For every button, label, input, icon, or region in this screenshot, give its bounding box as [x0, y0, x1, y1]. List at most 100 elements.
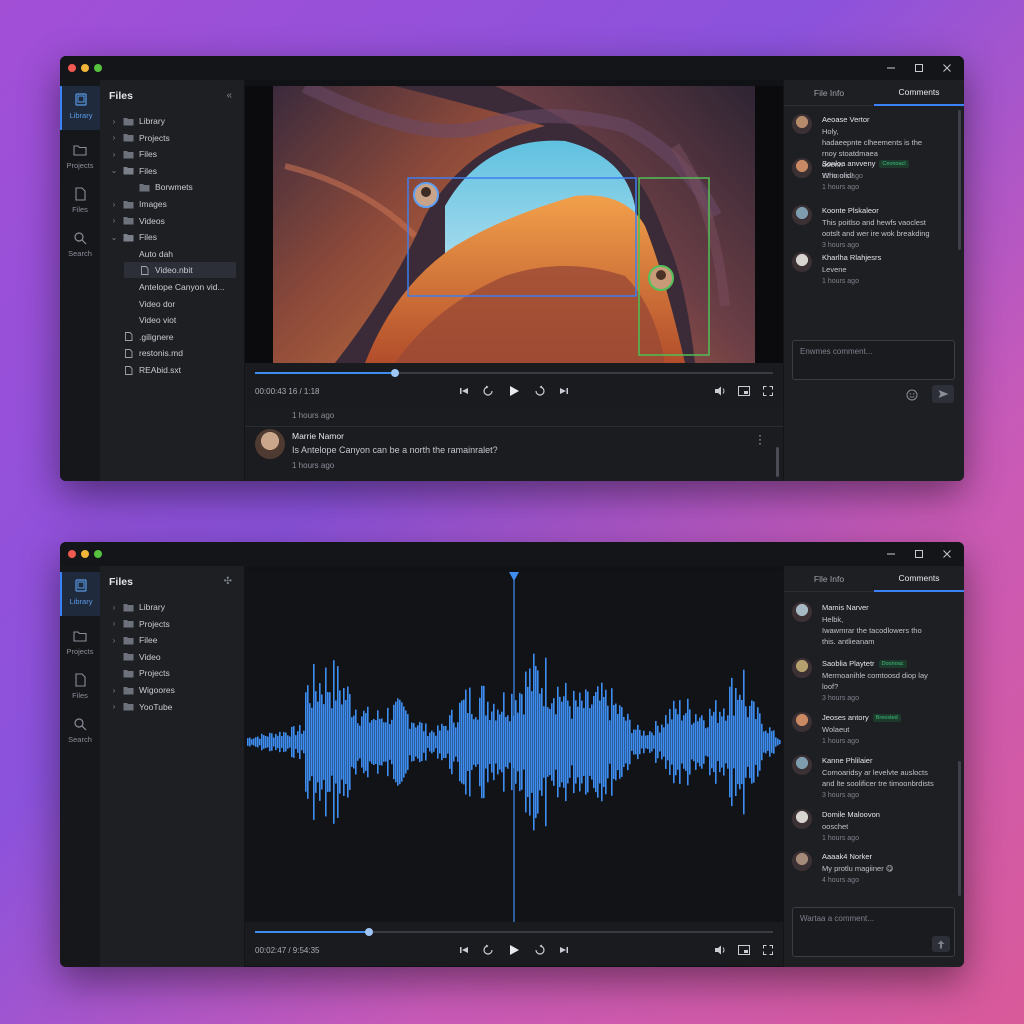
tree-item[interactable]: Antelope Canyon vid...	[124, 279, 236, 295]
seek-bar[interactable]	[255, 928, 773, 936]
tree-item[interactable]: › Library	[108, 113, 236, 129]
avatar[interactable]	[792, 602, 812, 622]
volume-icon[interactable]	[713, 384, 727, 398]
avatar[interactable]	[255, 429, 285, 459]
volume-icon[interactable]	[713, 943, 727, 957]
tree-item[interactable]: › Library	[108, 599, 236, 615]
tree-item[interactable]: Projects	[108, 665, 236, 681]
collapse-panel-icon[interactable]: «	[226, 90, 232, 101]
tree-item[interactable]: ⌄ Files	[108, 229, 236, 245]
play-icon[interactable]	[507, 384, 521, 398]
rewind-icon[interactable]	[481, 943, 495, 957]
chevron-right-icon[interactable]: ›	[110, 200, 118, 209]
avatar[interactable]	[792, 755, 812, 775]
tree-item[interactable]: REAbid.sxt	[108, 362, 236, 378]
seek-bar[interactable]	[255, 369, 773, 377]
avatar[interactable]	[792, 158, 812, 178]
rewind-icon[interactable]	[481, 384, 495, 398]
tree-item[interactable]: Borwmets	[124, 179, 236, 195]
skip-back-icon[interactable]	[457, 384, 471, 398]
chevron-down-icon[interactable]: ⌄	[110, 233, 118, 242]
play-icon[interactable]	[507, 943, 521, 957]
chevron-right-icon[interactable]: ›	[110, 686, 118, 695]
tree-item[interactable]: Auto dah	[124, 246, 236, 262]
seek-handle[interactable]	[390, 369, 399, 377]
chevron-right-icon[interactable]: ›	[110, 702, 118, 711]
rail-item-library[interactable]: Library	[60, 572, 100, 616]
send-button[interactable]	[932, 936, 950, 952]
zoom-window-button[interactable]	[94, 550, 102, 558]
fullscreen-icon[interactable]	[761, 943, 775, 957]
tree-item[interactable]: › Projects	[108, 616, 236, 632]
tree-item[interactable]: .gilignere	[108, 329, 236, 345]
comment-input[interactable]: Enwmes comment...	[792, 340, 955, 380]
scrollbar[interactable]	[776, 447, 779, 477]
chevron-right-icon[interactable]: ›	[110, 150, 118, 159]
chevron-right-icon[interactable]: ›	[110, 636, 118, 645]
scrollbar[interactable]	[958, 761, 961, 896]
picture-in-picture-icon[interactable]	[737, 943, 751, 957]
tree-item[interactable]: › Images	[108, 196, 236, 212]
maximize-icon[interactable]	[910, 59, 928, 77]
tree-item[interactable]: Video viot	[124, 312, 236, 328]
avatar[interactable]	[792, 205, 812, 225]
rail-item-search[interactable]: Search	[60, 710, 100, 750]
rail-item-files[interactable]: Files	[60, 666, 100, 706]
skip-forward-icon[interactable]	[557, 943, 571, 957]
picture-in-picture-icon[interactable]	[737, 384, 751, 398]
avatar[interactable]	[792, 658, 812, 678]
tree-item[interactable]: ⌄ Files	[108, 163, 236, 179]
chevron-right-icon[interactable]: ›	[110, 619, 118, 628]
more-options-icon[interactable]: · · ·	[757, 429, 763, 449]
forward-icon[interactable]	[533, 943, 547, 957]
fullscreen-icon[interactable]	[761, 384, 775, 398]
minimize-window-button[interactable]	[81, 64, 89, 72]
tree-item[interactable]: Video.nbit	[124, 262, 236, 279]
scrollbar[interactable]	[958, 110, 961, 250]
chevron-right-icon[interactable]: ›	[110, 216, 118, 225]
rail-item-search[interactable]: Search	[60, 224, 100, 264]
tree-item[interactable]: Video dor	[124, 296, 236, 312]
chevron-right-icon[interactable]: ›	[110, 133, 118, 142]
expand-panel-icon[interactable]: ✣	[224, 576, 232, 587]
send-button[interactable]	[932, 385, 954, 403]
zoom-window-button[interactable]	[94, 64, 102, 72]
close-icon[interactable]	[938, 545, 956, 563]
tab-comments[interactable]: Comments	[874, 566, 964, 592]
rail-item-projects[interactable]: Projects	[60, 622, 100, 662]
waveform-view[interactable]	[245, 572, 783, 922]
tree-item[interactable]: › Wigoores	[108, 682, 236, 698]
avatar[interactable]	[792, 252, 812, 272]
close-window-button[interactable]	[68, 64, 76, 72]
tree-item[interactable]: › Projects	[108, 130, 236, 146]
skip-back-icon[interactable]	[457, 943, 471, 957]
chevron-down-icon[interactable]: ⌄	[110, 166, 118, 175]
emoji-icon[interactable]	[905, 388, 919, 402]
close-icon[interactable]	[938, 59, 956, 77]
avatar[interactable]	[792, 851, 812, 871]
minimize-icon[interactable]	[882, 59, 900, 77]
avatar[interactable]	[792, 114, 812, 134]
rail-item-files[interactable]: Files	[60, 180, 100, 220]
tree-item[interactable]: Video	[108, 649, 236, 665]
rail-item-projects[interactable]: Projects	[60, 136, 100, 176]
tree-item[interactable]: › Files	[108, 146, 236, 162]
tree-item[interactable]: › YooTube	[108, 699, 236, 715]
maximize-icon[interactable]	[910, 545, 928, 563]
chevron-right-icon[interactable]: ›	[110, 603, 118, 612]
minimize-window-button[interactable]	[81, 550, 89, 558]
close-window-button[interactable]	[68, 550, 76, 558]
tree-item[interactable]: › Videos	[108, 213, 236, 229]
rail-item-library[interactable]: Library	[60, 86, 100, 130]
tab-comments[interactable]: Comments	[874, 80, 964, 106]
chevron-right-icon[interactable]: ›	[110, 117, 118, 126]
skip-forward-icon[interactable]	[557, 384, 571, 398]
tree-item[interactable]: › Filee	[108, 632, 236, 648]
video-frame[interactable]	[245, 86, 783, 363]
minimize-icon[interactable]	[882, 545, 900, 563]
seek-handle[interactable]	[364, 928, 373, 936]
comment-input[interactable]: Wartaa a comment...	[792, 907, 955, 957]
tab-file-info[interactable]: Flle Info	[784, 566, 874, 592]
avatar[interactable]	[792, 712, 812, 732]
tab-file-info[interactable]: File Info	[784, 80, 874, 106]
